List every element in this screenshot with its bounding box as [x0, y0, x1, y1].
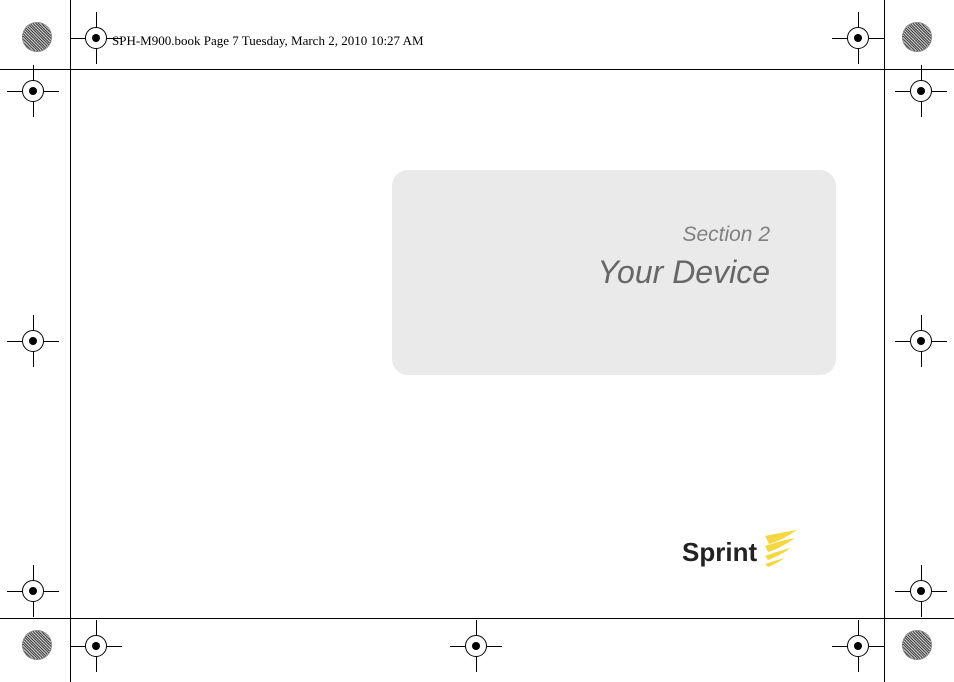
corner-circle-top-right [902, 22, 932, 52]
crop-mark-icon [832, 12, 884, 64]
crop-line-right [884, 0, 885, 682]
section-label: Section 2 [682, 223, 770, 247]
crop-mark-icon [450, 620, 502, 672]
crop-line-bottom [0, 618, 954, 619]
sprint-wing-icon [763, 530, 799, 574]
corner-circle-top-left [22, 22, 52, 52]
crop-mark-icon [832, 620, 884, 672]
sprint-logo-text: Sprint [682, 537, 757, 568]
corner-circle-bottom-left [22, 630, 52, 660]
crop-mark-icon [70, 620, 122, 672]
sprint-logo: Sprint [682, 530, 799, 574]
crop-mark-icon [895, 315, 947, 367]
crop-line-left [70, 0, 71, 682]
crop-mark-icon [895, 565, 947, 617]
section-title: Your Device [597, 254, 770, 291]
crop-mark-icon [7, 315, 59, 367]
corner-circle-bottom-right [902, 630, 932, 660]
crop-mark-icon [7, 65, 59, 117]
crop-line-top [0, 69, 954, 70]
page-header: SPH-M900.book Page 7 Tuesday, March 2, 2… [112, 33, 424, 49]
section-panel: Section 2 Your Device [392, 170, 836, 375]
crop-mark-icon [7, 565, 59, 617]
crop-mark-icon [895, 65, 947, 117]
